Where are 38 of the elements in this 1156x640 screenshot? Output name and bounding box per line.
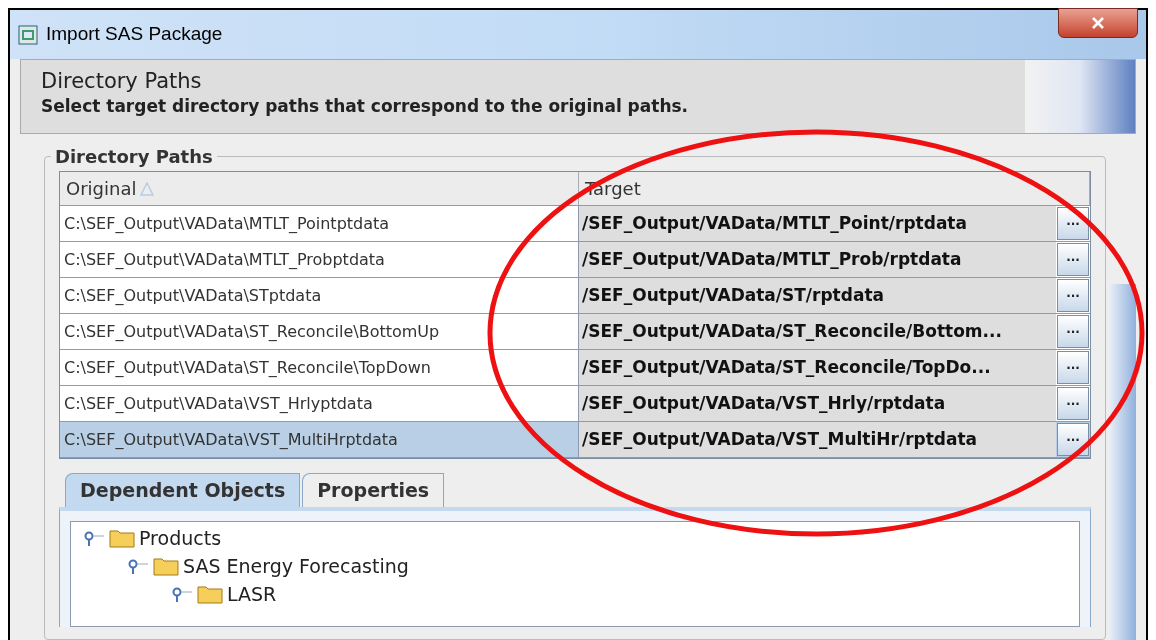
folder-icon xyxy=(109,528,135,548)
browse-button[interactable]: ··· xyxy=(1057,423,1089,456)
expanded-node-icon[interactable] xyxy=(171,585,193,603)
tree-item[interactable]: Products xyxy=(139,523,222,553)
table-row[interactable]: C:\SEF_Output\VAData\MTLT_Pointptdata /SEF_Output/VAData/MTLT_Point/rptdata ··· xyxy=(60,206,1090,242)
target-field[interactable]: /SEF_Output/VAData/ST_Reconcile/Bottom... xyxy=(579,314,1056,349)
close-icon xyxy=(1091,17,1105,29)
expanded-node-icon[interactable] xyxy=(127,557,149,575)
table-row[interactable]: C:\SEF_Output\VAData\ST_Reconcile\TopDown /SEF_Output/VAData/ST_Reconcile/TopDo... ··· xyxy=(60,350,1090,386)
header-subtitle: Select target directory paths that correspond to the original paths. xyxy=(41,95,690,119)
table-row[interactable]: C:\SEF_Output\VAData\VST_Hrlyptdata /SEF_Output/VAData/VST_Hrly/rptdata ··· xyxy=(60,386,1090,422)
folder-icon xyxy=(197,584,223,604)
browse-button[interactable]: ··· xyxy=(1057,387,1089,420)
table-row[interactable]: C:\SEF_Output\VAData\VST_MultiHrptdata /SEF_Output/VAData/VST_MultiHr/rptdata ··· xyxy=(60,422,1090,458)
browse-button[interactable]: ··· xyxy=(1057,279,1089,312)
target-field[interactable]: /SEF_Output/VAData/MTLT_Prob/rptdata xyxy=(579,242,1056,277)
tree-item[interactable]: SAS Energy Forecasting xyxy=(183,551,409,581)
table-row[interactable]: C:\SEF_Output\VAData\ST_Reconcile\BottomUp /SEF_Output/VAData/ST_Reconcile/Bottom... ··· xyxy=(60,314,1090,350)
window-title: Import SAS Package xyxy=(46,22,224,47)
table-row[interactable]: C:\SEF_Output\VAData\MTLT_Probptdata /SEF_Output/VAData/MTLT_Prob/rptdata ··· xyxy=(60,242,1090,278)
target-field[interactable]: /SEF_Output/VAData/MTLT_Point/rptdata xyxy=(579,206,1056,241)
browse-button[interactable]: ··· xyxy=(1057,351,1089,384)
expanded-node-icon[interactable] xyxy=(83,529,105,547)
app-icon xyxy=(18,24,38,45)
target-field[interactable]: /SEF_Output/VAData/ST/rptdata xyxy=(579,278,1056,313)
tree-item[interactable]: LASR xyxy=(227,579,277,609)
target-field[interactable]: /SEF_Output/VAData/VST_Hrly/rptdata xyxy=(579,386,1056,421)
target-field[interactable]: /SEF_Output/VAData/ST_Reconcile/TopDo... xyxy=(579,350,1056,385)
folder-icon xyxy=(153,556,179,576)
column-header[interactable]: Original xyxy=(60,172,579,205)
tab[interactable]: Properties xyxy=(302,473,445,507)
close-button[interactable] xyxy=(1058,8,1138,38)
browse-button[interactable]: ··· xyxy=(1057,243,1089,276)
browse-button[interactable]: ··· xyxy=(1057,315,1089,348)
header-title: Directory Paths xyxy=(41,68,203,95)
table-row[interactable]: C:\SEF_Output\VAData\STptdata /SEF_Output/VAData/ST/rptdata ··· xyxy=(60,278,1090,314)
target-field[interactable]: /SEF_Output/VAData/VST_MultiHr/rptdata xyxy=(579,422,1056,457)
tab[interactable]: Dependent Objects xyxy=(65,473,301,507)
